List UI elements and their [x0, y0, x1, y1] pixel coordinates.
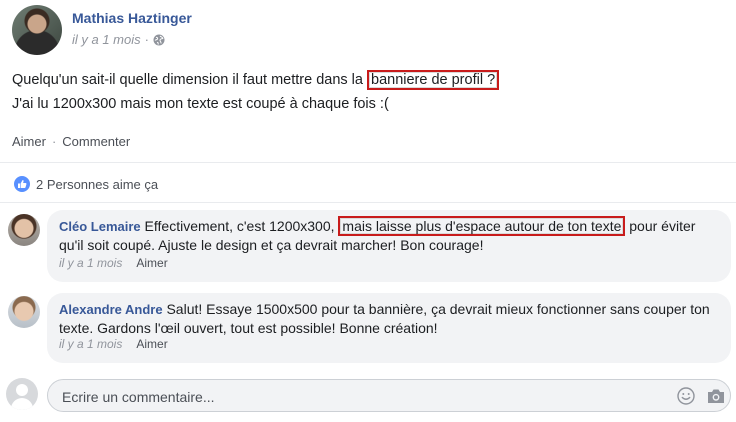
- post-author-name[interactable]: Mathias Haztinger: [72, 10, 192, 26]
- post-text-highlight: banniere de profil ?: [367, 70, 500, 90]
- post-text-line-2: J'ai lu 1200x300 mais mon texte est coup…: [12, 96, 389, 112]
- camera-icon[interactable]: [707, 388, 725, 404]
- comment-composer[interactable]: [47, 379, 731, 413]
- likes-count-text: 2 Personnes aime ça: [36, 176, 159, 192]
- comment-time[interactable]: il y a 1 mois: [59, 337, 122, 351]
- comment-author[interactable]: Cléo Lemaire: [59, 219, 141, 234]
- thumbs-up-icon: [14, 176, 30, 192]
- comment-text-highlight: mais laisse plus d'espace autour de ton …: [338, 216, 626, 236]
- comment-text-plain: Effectivement, c'est 1200x300,: [144, 218, 339, 234]
- actions-separator: ·: [51, 134, 57, 149]
- comment-text: Cléo Lemaire Effectivement, c'est 1200x3…: [59, 216, 723, 255]
- post-time[interactable]: il y a 1 mois: [72, 32, 141, 47]
- comment-like-button[interactable]: Aimer: [136, 256, 167, 270]
- comment-time[interactable]: il y a 1 mois: [59, 256, 122, 270]
- comment-bubble: Cléo Lemaire Effectivement, c'est 1200x3…: [47, 210, 731, 282]
- comment-like-button[interactable]: Aimer: [136, 337, 167, 351]
- emoji-icon[interactable]: [677, 387, 695, 405]
- likes-summary[interactable]: 2 Personnes aime ça: [14, 176, 158, 192]
- comment-bubble: Alexandre Andre Salut! Essaye 1500x500 p…: [47, 293, 731, 363]
- comment-button[interactable]: Commenter: [62, 134, 130, 149]
- commenter-avatar[interactable]: [8, 214, 40, 246]
- divider: [0, 162, 736, 163]
- post-actions: Aimer · Commenter: [12, 134, 130, 149]
- commenter-avatar[interactable]: [8, 296, 40, 328]
- comment-meta: il y a 1 mois Aimer: [59, 337, 168, 351]
- post-text-plain: Quelqu'un sait-il quelle dimension il fa…: [12, 72, 367, 88]
- current-user-avatar: [6, 378, 38, 410]
- divider: [0, 202, 736, 203]
- comment-text: Alexandre Andre Salut! Essaye 1500x500 p…: [59, 300, 723, 338]
- comment-meta: il y a 1 mois Aimer: [59, 256, 168, 270]
- globe-icon[interactable]: [153, 34, 165, 46]
- author-avatar[interactable]: [12, 5, 62, 55]
- post-meta: il y a 1 mois ·: [72, 32, 165, 47]
- like-button[interactable]: Aimer: [12, 134, 46, 149]
- comment-author[interactable]: Alexandre Andre: [59, 302, 163, 317]
- post-text-line-1: Quelqu'un sait-il quelle dimension il fa…: [12, 70, 500, 90]
- meta-separator: ·: [144, 32, 149, 47]
- comment-input[interactable]: [60, 380, 664, 413]
